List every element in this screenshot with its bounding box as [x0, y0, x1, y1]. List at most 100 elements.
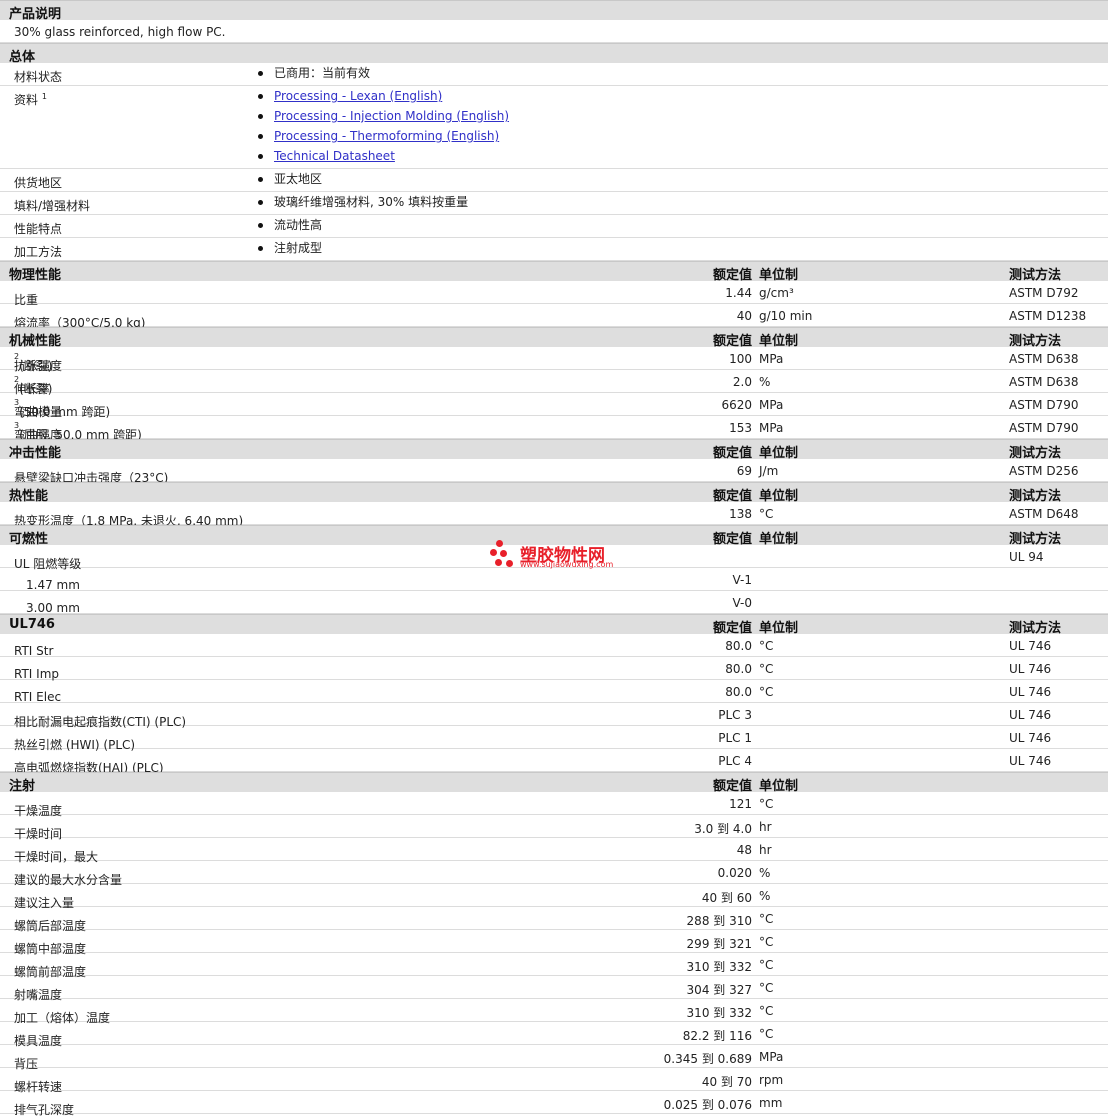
property-row: 建议的最大水分含量 0.020%: [0, 861, 1108, 887]
property-sections: 物理性能 额定值 单位制 测试方法 比重 1.44 g/cm³ ASTM D792 熔流率（30…: [0, 261, 1108, 1117]
test-method: UL 746: [1009, 754, 1052, 768]
section-header: 机械性能 额定值 单位制 测试方法: [0, 327, 1108, 349]
general-label: 资料 1: [14, 91, 47, 108]
property-row: 模具温度 82.2 到 116 °C: [0, 1022, 1108, 1048]
section-header: 注射 额定值 单位制: [0, 772, 1108, 794]
property-row: 建议注入量 40 到 60%: [0, 884, 1108, 910]
watermark-url: www.sujiaowuxing.com: [520, 560, 614, 569]
property-label-text: 3.00 mm: [26, 601, 80, 615]
test-method: UL 746: [1009, 708, 1052, 722]
property-label-text: RTI Imp: [14, 667, 59, 681]
list-item: 注射成型: [258, 238, 322, 258]
watermark-logo: 塑胶物性网 www.sujiaowuxing.com: [490, 540, 630, 572]
property-unit: g/cm³: [759, 286, 794, 300]
property-value: 80.0: [725, 639, 752, 653]
property-label: 弯曲模量 3 (50.0 mm 跨距): [14, 398, 110, 419]
general-label: 加工方法: [14, 243, 62, 260]
property-row: 干燥时间，最大 48 hr: [0, 838, 1108, 864]
property-label-text: RTI Elec: [14, 690, 62, 704]
property-label-text: RTI Str: [14, 644, 54, 658]
property-row: 干燥时间 3.0 到 4.0 hr: [0, 815, 1108, 841]
general-label-text: 加工方法: [14, 245, 63, 259]
general-label: 供货地区: [14, 174, 62, 191]
document-link[interactable]: Processing - Lexan (English): [274, 89, 442, 103]
test-method: UL 746: [1009, 685, 1052, 699]
footnote-marker: 1: [41, 92, 47, 101]
property-unit: MPa: [759, 1050, 784, 1064]
property-label-text: 排气孔深度: [14, 1103, 75, 1117]
property-value: 288 到 310: [686, 914, 752, 928]
property-row: 弯曲模量 3 (50.0 mm 跨距) 6620 MPa ASTM D790: [0, 393, 1108, 419]
property-value: 0.025 到 0.076: [663, 1098, 752, 1112]
general-label: 填料/增强材料: [14, 197, 90, 214]
property-value: 40 到 60: [701, 891, 752, 905]
property-label: 抗张强度 2 (断裂): [14, 352, 62, 373]
document-link[interactable]: Technical Datasheet: [274, 149, 395, 163]
general-label: 性能特点: [14, 220, 62, 237]
test-method: ASTM D1238: [1009, 309, 1087, 323]
section-header-description: 产品说明: [0, 0, 1108, 22]
property-value: V-0: [732, 596, 752, 610]
property-unit: mm: [759, 1096, 783, 1110]
document-link[interactable]: Processing - Thermoforming (English): [274, 129, 499, 143]
property-unit: °C: [759, 507, 774, 521]
property-row: 背压 0.345 到 0.689 MPa: [0, 1045, 1108, 1071]
property-value: 80.0: [725, 662, 752, 676]
property-unit: °C: [759, 1027, 774, 1041]
general-value-list: 玻璃纤维增强材料, 30% 填料按重量: [258, 192, 468, 212]
property-value: PLC 1: [718, 731, 752, 745]
general-label: 材料状态: [14, 68, 62, 85]
property-label: 伸长率 2 (断裂): [14, 375, 52, 396]
test-method: UL 94: [1009, 550, 1044, 564]
list-item: Processing - Lexan (English): [258, 86, 509, 106]
general-label-text: 供货地区: [14, 176, 63, 190]
property-value: 3.0 到 4.0: [694, 822, 752, 836]
property-unit: MPa: [759, 352, 784, 366]
section-header: 物理性能 额定值 单位制 测试方法: [0, 261, 1108, 283]
test-method: ASTM D638: [1009, 352, 1079, 366]
list-item: 玻璃纤维增强材料, 30% 填料按重量: [258, 192, 468, 212]
property-value: 2.0: [732, 375, 752, 389]
general-value-list: 已商用：当前有效: [258, 63, 370, 83]
property-row: 热变形温度（1.8 MPa, 未退火, 6.40 mm) 138 °C ASTM D6…: [0, 502, 1108, 528]
property-row: 抗张强度 2 (断裂) 100 MPa ASTM D638: [0, 347, 1108, 373]
general-value-list: 亚太地区: [258, 169, 322, 189]
property-row: 弯曲强度 3 (屈服, 50.0 mm 跨距) 153 MPa ASTM D790: [0, 416, 1108, 442]
general-label-text: 材料状态: [14, 70, 63, 84]
property-row: 伸长率 2 (断裂) 2.0% ASTM D638: [0, 370, 1108, 396]
test-method: ASTM D648: [1009, 507, 1079, 521]
property-row: 比重 1.44 g/cm³ ASTM D792: [0, 281, 1108, 307]
general-value-list: 注射成型: [258, 238, 322, 258]
general-row: 资料 1 Processing - Lexan (English) Processi…: [0, 86, 1108, 169]
property-row: 干燥温度 121 °C: [0, 792, 1108, 818]
property-value: 40 到 70: [701, 1075, 752, 1089]
property-row: 螺杆转速 40 到 70 rpm: [0, 1068, 1108, 1094]
property-unit: %: [759, 866, 771, 880]
property-unit: °C: [759, 1004, 774, 1018]
property-unit: hr: [759, 820, 772, 834]
property-value: PLC 3: [718, 708, 752, 722]
test-method: ASTM D790: [1009, 398, 1079, 412]
document-link[interactable]: Processing - Injection Molding (English): [274, 109, 509, 123]
general-row: 性能特点 流动性高: [0, 215, 1108, 238]
list-item: 流动性高: [258, 215, 322, 235]
property-value: PLC 4: [718, 754, 752, 768]
property-row: 射嘴温度 304 到 327 °C: [0, 976, 1108, 1002]
section-header: UL746 额定值 单位制 测试方法: [0, 614, 1108, 636]
section-header: 冲击性能 额定值 单位制 测试方法: [0, 439, 1108, 461]
section-title: UL746: [9, 617, 55, 632]
property-row: 相比耐漏电起痕指数(CTI) (PLC) PLC 3 UL 746: [0, 703, 1108, 729]
general-body: 材料状态 已商用：当前有效资料 1 Processing - Lexan (Engl…: [0, 63, 1108, 261]
general-value-list: 流动性高: [258, 215, 322, 235]
test-method: ASTM D790: [1009, 421, 1079, 435]
property-row: 高电弧燃烧指数(HAI) (PLC) PLC 4 UL 746: [0, 749, 1108, 775]
property-value: 304 到 327: [686, 983, 752, 997]
property-unit: %: [759, 375, 771, 389]
property-row: RTI Str 80.0 °C UL 746: [0, 634, 1108, 658]
property-unit: °C: [759, 981, 774, 995]
property-value: 299 到 321: [686, 937, 752, 951]
general-row: 加工方法 注射成型: [0, 238, 1108, 261]
property-row: RTI Imp 80.0 °C UL 746: [0, 657, 1108, 681]
general-row: 供货地区 亚太地区: [0, 169, 1108, 192]
property-row: 螺筒后部温度 288 到 310 °C: [0, 907, 1108, 933]
